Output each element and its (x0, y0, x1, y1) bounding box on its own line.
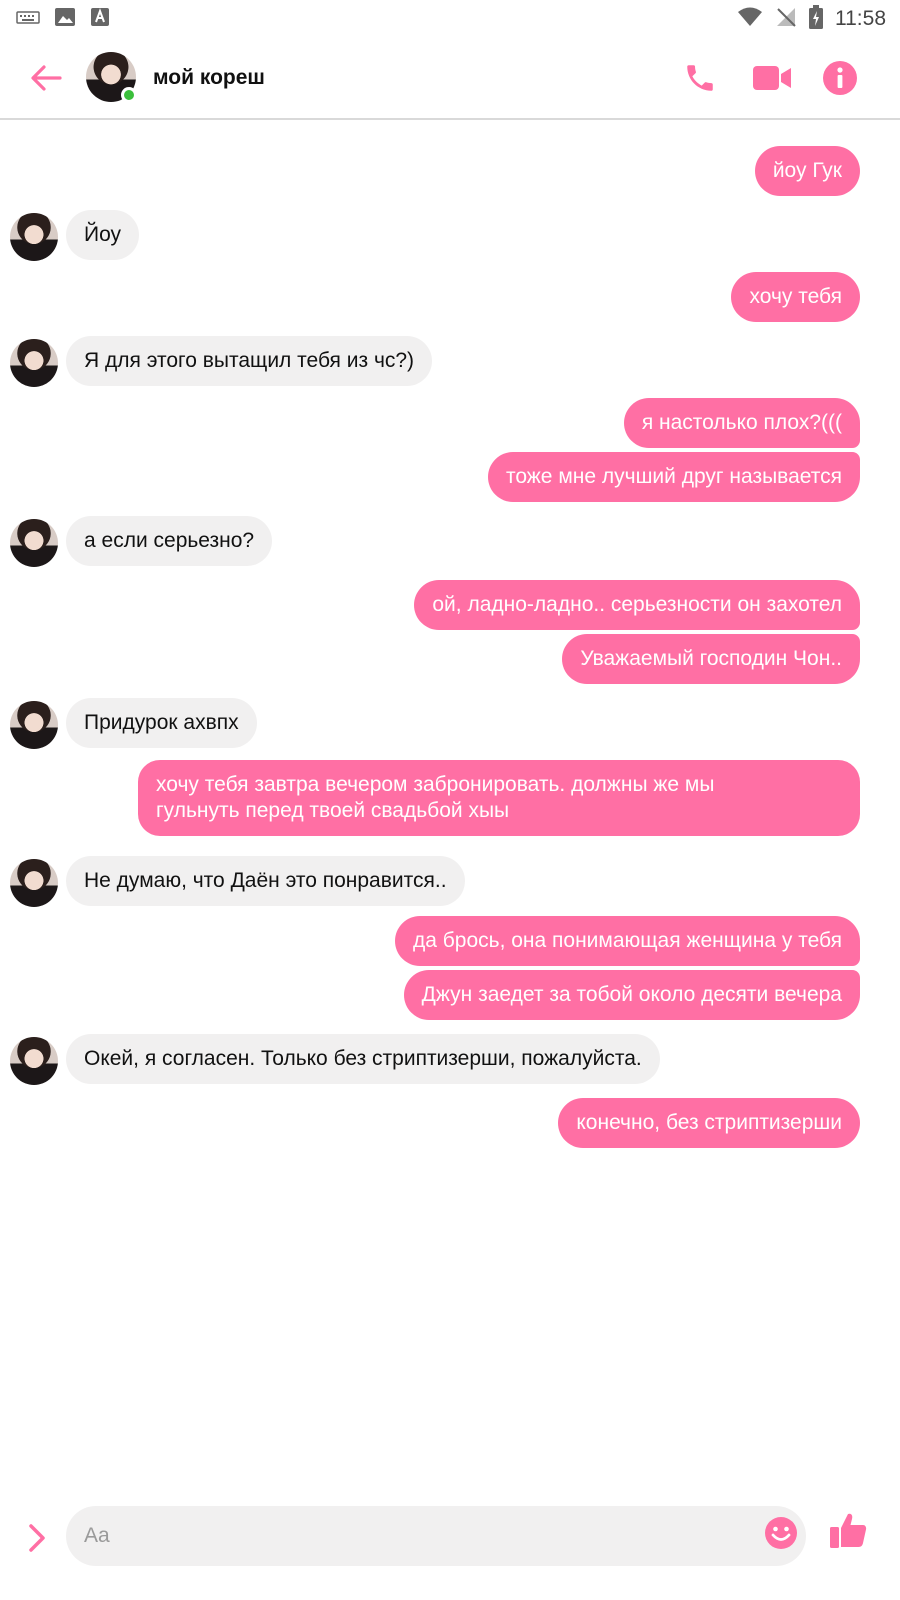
status-bar: 11:58 (0, 0, 900, 38)
chevron-right-icon (29, 1524, 45, 1552)
online-status-dot (121, 87, 137, 103)
outgoing-message[interactable]: хочу тебя (731, 272, 860, 322)
outgoing-message[interactable]: ой, ладно-ладно.. серьезности он захотел (414, 580, 860, 630)
outgoing-message[interactable]: да брось, она понимающая женщина у тебя (394, 916, 860, 966)
video-call-button[interactable] (750, 56, 794, 100)
incoming-message[interactable]: а если серьезно? (66, 516, 273, 566)
like-button[interactable] (826, 1508, 870, 1552)
back-arrow-icon (31, 65, 62, 91)
sender-avatar[interactable] (10, 859, 58, 907)
message-input-container (66, 1506, 806, 1566)
incoming-message[interactable]: Я для этого вытащил тебя из чс?) (66, 336, 433, 386)
no-signal-icon (775, 6, 797, 33)
outgoing-message[interactable]: Джун заедет за тобой около десяти вечера (403, 970, 860, 1020)
sender-avatar[interactable] (10, 213, 58, 261)
font-icon (90, 7, 110, 32)
sender-avatar[interactable] (10, 1037, 58, 1085)
chat-header: мой кореш (0, 38, 900, 120)
incoming-message[interactable]: Окей, я согласен. Только без стриптизерш… (66, 1034, 660, 1084)
message-composer (0, 1492, 900, 1600)
battery-charging-icon (809, 4, 823, 34)
incoming-message[interactable]: Не думаю, что Даён это понравится.. (66, 856, 465, 906)
image-icon (54, 7, 76, 32)
chat-title[interactable]: мой кореш (153, 66, 265, 90)
info-button[interactable] (818, 56, 862, 100)
incoming-message[interactable]: Придурок ахвпх (66, 698, 257, 748)
outgoing-message[interactable]: я настолько плох?((( (623, 398, 860, 448)
wifi-icon (737, 7, 763, 32)
thumbs-up-icon (830, 1513, 867, 1548)
message-line: гульнуть перед твоей свадьбой хыы (156, 799, 510, 822)
sender-avatar[interactable] (10, 519, 58, 567)
incoming-message[interactable]: Йоу (66, 210, 140, 260)
outgoing-message[interactable]: йоу Гук (754, 146, 860, 196)
message-input[interactable] (84, 1506, 734, 1566)
outgoing-message[interactable]: конечно, без стриптизерши (558, 1098, 860, 1148)
outgoing-message[interactable]: Уважаемый господин Чон.. (562, 634, 860, 684)
outgoing-message[interactable]: тоже мне лучший друг называется (487, 452, 860, 502)
emoji-icon (765, 1517, 797, 1549)
expand-actions-button[interactable] (22, 1516, 52, 1560)
emoji-button[interactable] (764, 1516, 798, 1550)
call-button[interactable] (678, 56, 722, 100)
outgoing-message[interactable]: хочу тебя завтра вечером забронировать. … (138, 760, 860, 836)
keyboard-icon (16, 9, 40, 30)
message-list[interactable]: йоу Гук Йоу хочу тебя Я для этого вытащи… (0, 122, 900, 1492)
status-time: 11:58 (835, 7, 886, 30)
message-line: хочу тебя завтра вечером забронировать. … (156, 773, 715, 796)
video-icon (753, 66, 791, 90)
sender-avatar[interactable] (10, 339, 58, 387)
info-icon (823, 61, 857, 95)
back-button[interactable] (26, 58, 66, 98)
sender-avatar[interactable] (10, 701, 58, 749)
phone-icon (687, 65, 713, 91)
